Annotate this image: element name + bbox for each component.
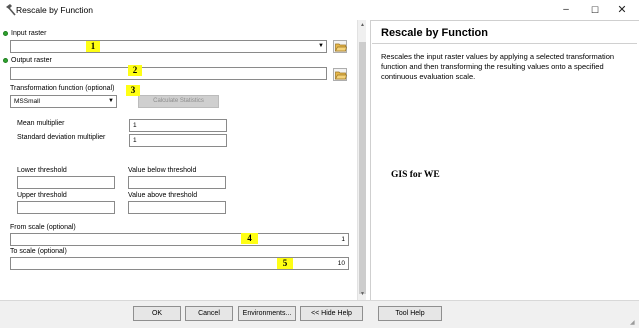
help-description: Rescales the input raster values by appl… <box>381 52 615 81</box>
value-above-threshold-label: Value above threshold <box>128 192 198 199</box>
close-button[interactable]: ✕ <box>611 2 633 18</box>
folder-open-icon <box>335 43 347 52</box>
watermark-text: GIS for WE <box>391 170 440 180</box>
mean-multiplier-field[interactable]: 1 <box>129 119 227 132</box>
lower-threshold-field[interactable] <box>17 176 115 189</box>
std-multiplier-field[interactable]: 1 <box>129 134 227 147</box>
output-raster-label: Output raster <box>11 57 52 64</box>
ok-button[interactable]: OK <box>133 306 181 321</box>
from-scale-field[interactable]: 1 <box>10 233 349 246</box>
upper-threshold-field[interactable] <box>17 201 115 214</box>
transformation-select[interactable]: MSSmall ▼ <box>10 95 117 108</box>
std-multiplier-label: Standard deviation multiplier <box>17 134 106 141</box>
from-scale-label: From scale (optional) <box>10 224 76 231</box>
environments-button[interactable]: Environments... <box>238 306 296 321</box>
required-dot-icon <box>3 58 8 63</box>
chevron-down-icon[interactable]: ▼ <box>316 42 326 51</box>
annotation-marker: 4 <box>241 233 258 244</box>
hide-help-button[interactable]: << Hide Help <box>300 306 363 321</box>
upper-threshold-label: Upper threshold <box>17 192 67 199</box>
title-bar: Rescale by Function – ☐ ✕ <box>0 0 639 20</box>
cancel-button[interactable]: Cancel <box>185 306 233 321</box>
scroll-up-icon[interactable]: ▲ <box>359 21 366 29</box>
input-raster-combo[interactable]: ▼ <box>10 40 327 53</box>
output-raster-browse-button[interactable] <box>333 68 347 81</box>
required-dot-icon <box>3 31 8 36</box>
input-raster-label: Input raster <box>11 30 47 37</box>
resize-grip-icon[interactable]: ◢ <box>630 319 638 327</box>
maximize-button[interactable]: ☐ <box>584 2 606 18</box>
help-title: Rescale by Function <box>381 27 488 39</box>
scroll-thumb[interactable] <box>359 42 366 294</box>
annotation-marker: 2 <box>128 65 142 76</box>
to-scale-label: To scale (optional) <box>10 248 67 255</box>
annotation-marker: 1 <box>86 41 100 52</box>
tool-help-button[interactable]: Tool Help <box>378 306 442 321</box>
to-scale-field[interactable]: 10 <box>10 257 349 270</box>
value-below-threshold-field[interactable] <box>128 176 226 189</box>
window-title: Rescale by Function <box>16 5 94 15</box>
value-above-threshold-field[interactable] <box>128 201 226 214</box>
lower-threshold-label: Lower threshold <box>17 167 67 174</box>
annotation-marker: 3 <box>126 85 140 96</box>
minimize-button[interactable]: – <box>555 2 577 18</box>
output-raster-field[interactable] <box>10 67 327 80</box>
value-below-threshold-label: Value below threshold <box>128 167 197 174</box>
calculate-statistics-button[interactable]: Calculate Statistics <box>138 95 219 108</box>
parameters-scrollbar[interactable]: ▲ ▼ <box>357 20 366 300</box>
transformation-label: Transformation function (optional) <box>10 85 115 92</box>
input-raster-browse-button[interactable] <box>333 40 347 53</box>
annotation-marker: 5 <box>277 258 293 269</box>
scroll-down-icon[interactable]: ▼ <box>359 290 366 298</box>
mean-multiplier-label: Mean multiplier <box>17 120 65 127</box>
help-divider <box>372 43 637 44</box>
folder-open-icon <box>335 71 347 80</box>
chevron-down-icon[interactable]: ▼ <box>106 97 116 106</box>
